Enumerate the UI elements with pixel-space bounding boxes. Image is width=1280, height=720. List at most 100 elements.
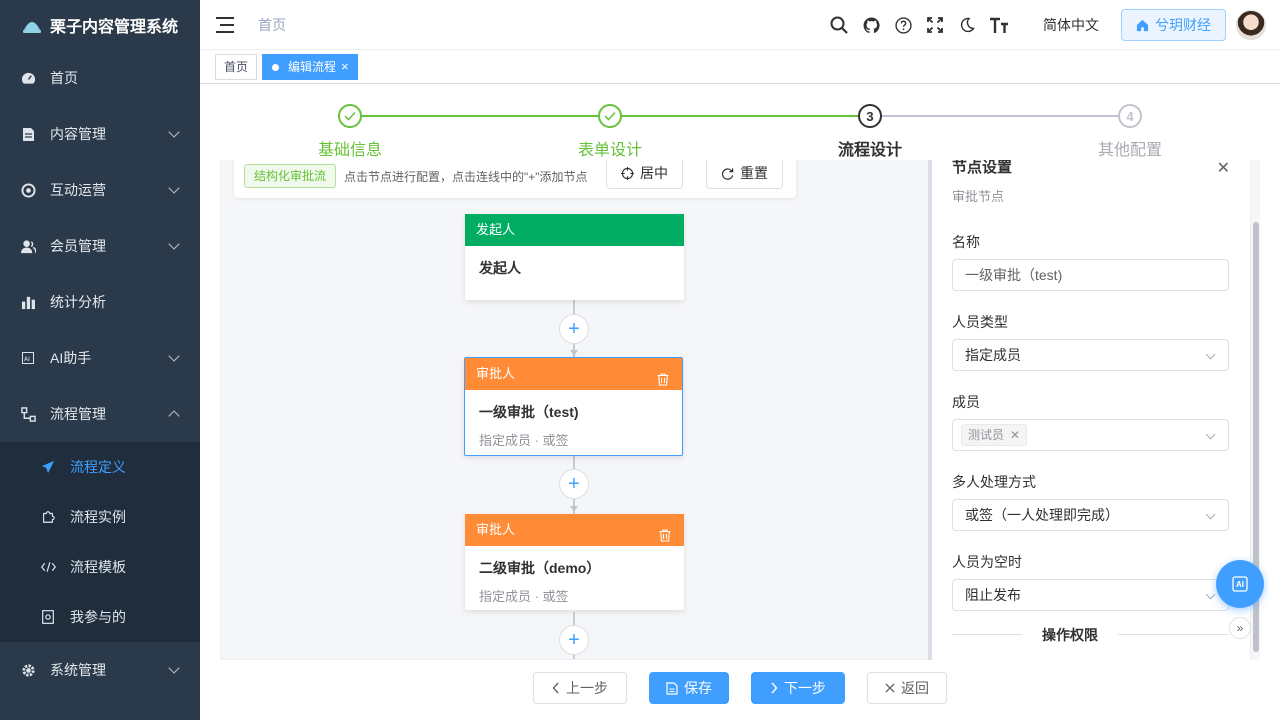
sidebar-item-home[interactable]: 首页 (0, 50, 200, 106)
multi-select[interactable]: 或签（一人处理即完成） (952, 499, 1229, 531)
node-type: 审批人 (476, 522, 516, 537)
sidebar-item-label: 首页 (50, 70, 78, 86)
sidebar-item-my-participation[interactable]: 我参与的 (0, 592, 200, 642)
empty-select[interactable]: 阻止发布 (952, 579, 1229, 611)
sidebar-item-members[interactable]: 会员管理 (0, 218, 200, 274)
name-input[interactable]: 一级审批（test) (952, 259, 1229, 291)
multi-label: 多人处理方式 (952, 474, 1036, 490)
chevron-down-icon (168, 126, 180, 138)
flow-node-approver[interactable]: 审批人 二级审批（demo） 指定成员 · 或签 (465, 514, 684, 610)
sidebar-item-ai[interactable]: AI AI助手 (0, 330, 200, 386)
person-type-label: 人员类型 (952, 314, 1008, 330)
center-button[interactable]: 居中 (606, 160, 683, 189)
flow-node-starter[interactable]: 发起人 发起人 (465, 214, 684, 300)
sidebar-item-system[interactable]: 系统管理 (0, 642, 200, 698)
sidebar-item-process-definition[interactable]: 流程定义 (0, 442, 200, 492)
next-label: 下一步 (784, 680, 826, 696)
double-chevron-right-icon[interactable]: » (1229, 617, 1251, 639)
user-name: 兮玥财经 (1155, 17, 1211, 33)
sidebar-item-interaction[interactable]: 互动运营 (0, 162, 200, 218)
tag-label: 编辑流程 (288, 60, 337, 74)
github-icon[interactable] (855, 0, 887, 50)
search-icon[interactable] (823, 0, 855, 50)
app-brand[interactable]: 栗子内容管理系统 (0, 0, 200, 50)
flow-hint: 点击节点进行配置，点击连线中的"+"添加节点 (344, 169, 588, 184)
panel-subtitle: 审批节点 (952, 189, 1005, 204)
empty-value: 阻止发布 (965, 587, 1021, 603)
close-icon[interactable]: × (341, 59, 349, 74)
user-menu-button[interactable]: 兮玥财经 (1121, 9, 1226, 41)
sidebar-item-content[interactable]: 内容管理 (0, 106, 200, 162)
tag-edit-process[interactable]: 编辑流程 × (262, 54, 358, 80)
avatar[interactable] (1236, 10, 1266, 40)
svg-text:AI: AI (24, 356, 30, 363)
step-title[interactable]: 流程设计 (810, 136, 930, 160)
step-title[interactable]: 表单设计 (550, 136, 670, 160)
refresh-icon (721, 167, 734, 180)
sidebar-item-label: 流程管理 (50, 406, 106, 422)
fullscreen-icon[interactable] (919, 0, 951, 50)
multi-value: 或签（一人处理即完成） (965, 507, 1119, 523)
sidebar-item-label: 我参与的 (70, 609, 126, 625)
home-icon (1136, 19, 1149, 31)
prev-label: 上一步 (566, 680, 608, 696)
sidebar-toggle-icon[interactable] (216, 16, 234, 33)
chevron-down-icon (168, 238, 180, 250)
tag-home[interactable]: 首页 (215, 54, 258, 80)
sidebar-item-label: 流程定义 (70, 459, 126, 475)
node-subtitle: 指定成员 · 或签 (479, 433, 569, 448)
trash-icon[interactable] (659, 522, 671, 554)
chevron-down-icon (168, 182, 180, 194)
add-node-button[interactable]: + (559, 625, 589, 655)
flow-node-approver[interactable]: 审批人 一级审批（test) 指定成员 · 或签 (464, 357, 683, 456)
members-select[interactable]: 测试员 ✕ (952, 419, 1229, 451)
sidebar-item-label: 系统管理 (50, 662, 106, 678)
chevron-down-icon (168, 662, 180, 674)
process-steps: 基础信息 表单设计 3 流程设计 4 其他配置 (200, 84, 1280, 160)
member-chip: 测试员 ✕ (961, 424, 1028, 446)
step-title[interactable]: 基础信息 (290, 136, 410, 160)
sidebar-item-process-instance[interactable]: 流程实例 (0, 492, 200, 542)
node-title: 二级审批（demo） (479, 560, 601, 576)
step-connector (622, 115, 858, 117)
workflow-icon (20, 406, 36, 422)
clipboard-icon (40, 609, 56, 625)
sidebar-item-process-template[interactable]: 流程模板 (0, 542, 200, 592)
add-node-button[interactable]: + (559, 314, 589, 344)
document-icon (666, 681, 678, 695)
close-icon[interactable]: ✕ (1217, 160, 1230, 178)
help-icon[interactable] (887, 0, 919, 50)
sidebar-item-label: 统计分析 (50, 294, 106, 310)
bar-chart-icon (20, 294, 36, 310)
document-icon (20, 126, 36, 142)
ai-icon: AI (20, 350, 36, 366)
close-icon[interactable]: ✕ (1010, 428, 1020, 442)
prev-step-button[interactable]: 上一步 (533, 672, 627, 704)
name-label: 名称 (952, 234, 980, 250)
member-chip-label: 测试员 (968, 428, 1005, 442)
sidebar-item-workflow[interactable]: 流程管理 (0, 386, 200, 442)
step-check-icon (338, 104, 362, 128)
node-title: 发起人 (479, 260, 521, 276)
dark-mode-icon[interactable] (951, 0, 983, 50)
breadcrumb[interactable]: 首页 (258, 15, 286, 35)
gear-icon (20, 662, 36, 678)
person-type-select[interactable]: 指定成员 (952, 339, 1229, 371)
reset-button[interactable]: 重置 (706, 160, 783, 189)
ai-assistant-button[interactable]: AI (1216, 560, 1264, 608)
step-title[interactable]: 其他配置 (1070, 136, 1190, 160)
sidebar-item-label: 流程实例 (70, 509, 126, 525)
step-number: 4 (1118, 104, 1142, 128)
add-node-button[interactable]: + (559, 469, 589, 499)
language-select[interactable]: 简体中文 (1043, 15, 1099, 35)
back-button[interactable]: 返回 (867, 672, 947, 704)
font-size-icon[interactable] (983, 0, 1015, 50)
chevron-right-icon (771, 682, 778, 694)
sidebar-item-statistics[interactable]: 统计分析 (0, 274, 200, 330)
chevron-up-icon (168, 410, 180, 422)
flow-type-tag: 结构化审批流 (244, 164, 337, 188)
save-button[interactable]: 保存 (649, 672, 729, 704)
next-step-button[interactable]: 下一步 (751, 672, 845, 704)
trash-icon[interactable] (657, 366, 669, 398)
flow-canvas[interactable]: 结构化审批流 点击节点进行配置，点击连线中的"+"添加节点 居中 重置 + + … (220, 160, 930, 660)
